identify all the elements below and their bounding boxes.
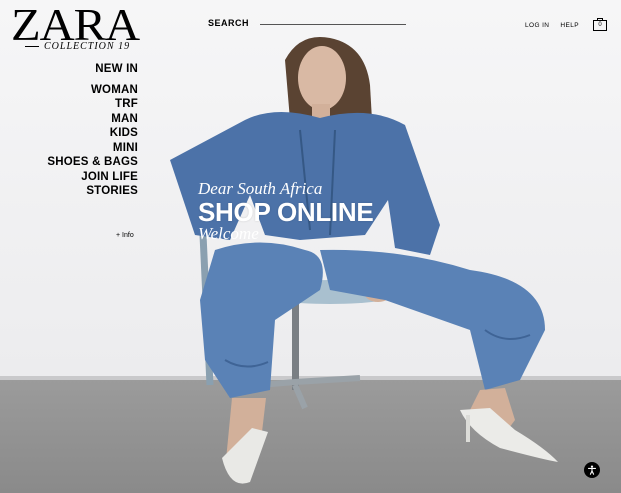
logo-rule (25, 46, 39, 47)
search-label: SEARCH (208, 18, 250, 28)
search-field[interactable]: SEARCH (208, 16, 408, 34)
nav-item-shoes-bags[interactable]: SHOES & BAGS (10, 155, 138, 170)
shopping-bag-icon[interactable]: 0 (593, 17, 607, 31)
brand-logo[interactable]: ZARA COLLECTION 19 (11, 2, 143, 52)
promo-welcome: Welcome (198, 224, 259, 243)
nav-item-woman[interactable]: WOMAN (10, 83, 138, 98)
promo-banner: Dear South Africa SHOP ONLINE Welcome (198, 179, 438, 243)
login-link[interactable]: LOG IN (525, 22, 549, 29)
header-links: LOG IN HELP 0 (514, 17, 607, 33)
nav-item-stories[interactable]: STORIES (10, 184, 138, 199)
help-link[interactable]: HELP (560, 22, 579, 29)
nav-item-trf[interactable]: TRF (10, 97, 138, 112)
main-nav: NEW IN WOMAN TRF MAN KIDS MINI SHOES & B… (10, 62, 138, 199)
collection-label: COLLECTION 19 (44, 41, 131, 52)
nav-item-kids[interactable]: KIDS (10, 126, 138, 141)
promo-greeting: Dear South Africa (198, 179, 323, 198)
search-underline (260, 24, 406, 25)
nav-item-join-life[interactable]: JOIN LIFE (10, 170, 138, 185)
nav-item-new-in[interactable]: NEW IN (10, 62, 138, 77)
accessibility-glyph (587, 465, 597, 475)
shop-online-link[interactable]: SHOP ONLINE (198, 198, 438, 226)
cart-count: 0 (598, 22, 602, 28)
nav-item-man[interactable]: MAN (10, 112, 138, 127)
accessibility-icon[interactable] (584, 462, 600, 478)
info-link[interactable]: + Info (116, 232, 134, 239)
nav-item-mini[interactable]: MINI (10, 141, 138, 156)
